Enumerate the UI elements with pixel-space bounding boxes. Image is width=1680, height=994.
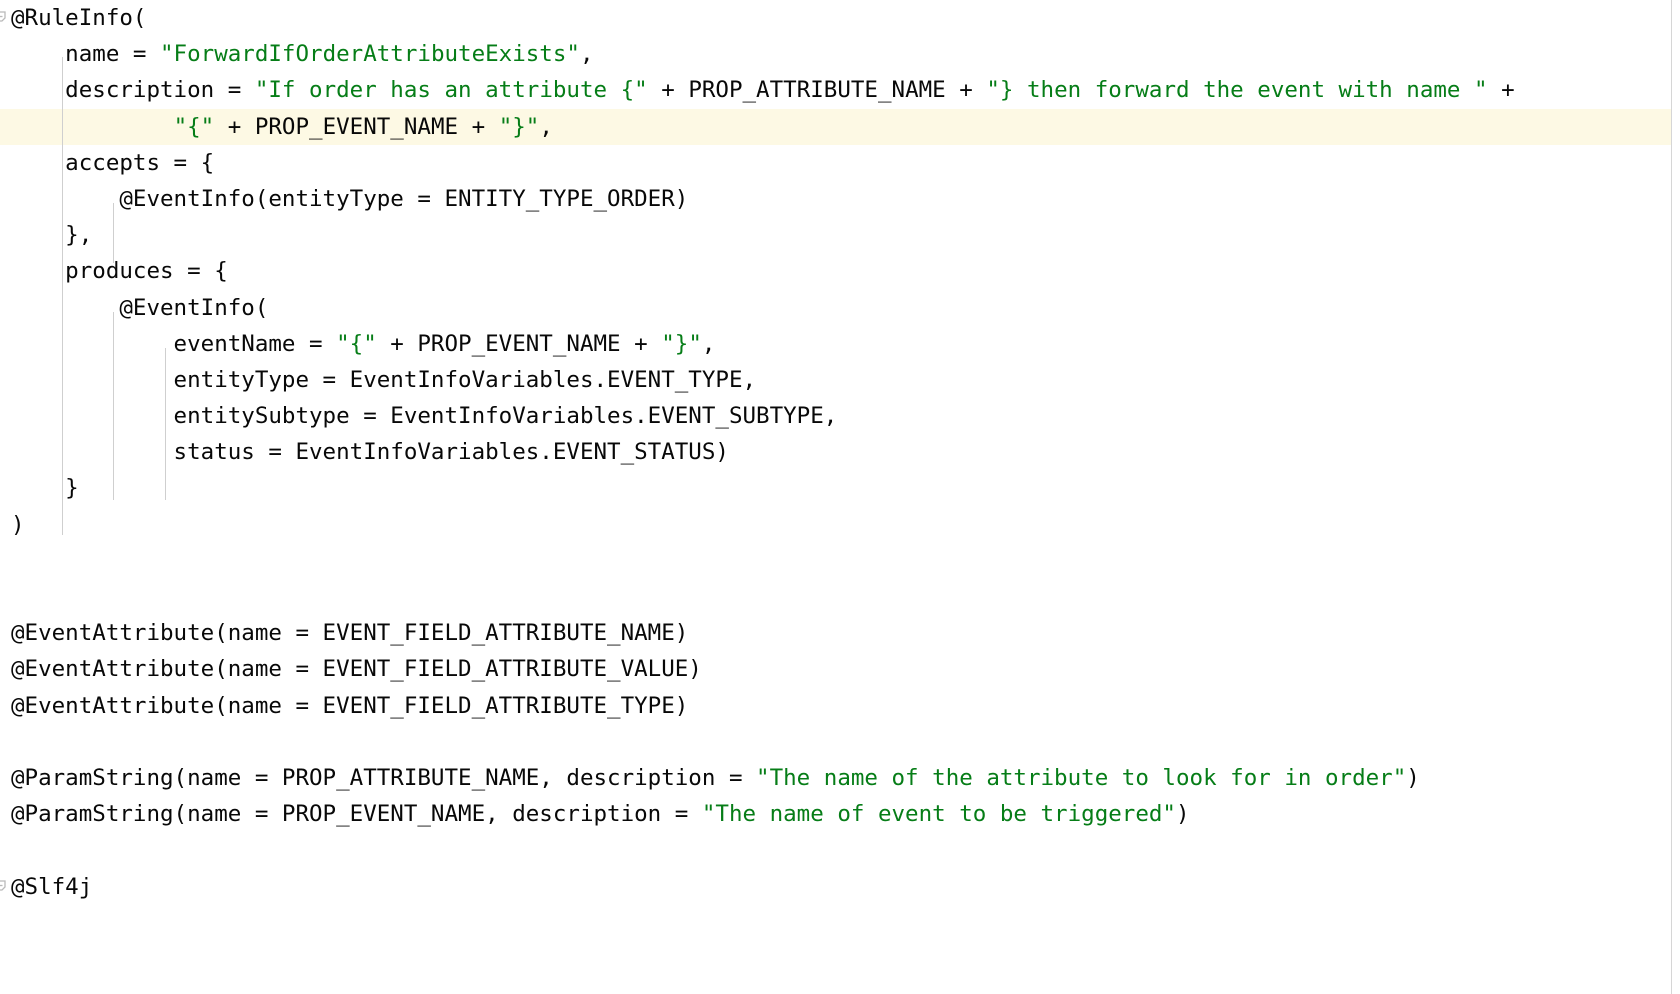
code-line[interactable]: @EventInfo(entityType = ENTITY_TYPE_ORDE… (0, 181, 1671, 217)
code-token-plain: + (1487, 77, 1515, 104)
code-token-plain: @EventAttribute(name = EVENT_FIELD_ATTRI… (11, 656, 702, 683)
code-line[interactable] (0, 579, 1671, 615)
code-line[interactable]: }, (0, 217, 1671, 253)
fold-collapse-icon[interactable] (0, 9, 9, 27)
code-line[interactable]: name = "ForwardIfOrderAttributeExists", (0, 36, 1671, 72)
code-line[interactable] (0, 832, 1671, 868)
code-line[interactable]: @ParamString(name = PROP_EVENT_NAME, des… (0, 796, 1671, 832)
code-token-plain: @ParamString(name = PROP_EVENT_NAME, des… (11, 801, 702, 828)
code-line[interactable]: entitySubtype = EventInfoVariables.EVENT… (0, 398, 1671, 434)
code-token-string: "The name of the attribute to look for i… (756, 764, 1407, 791)
code-token-plain: , (579, 41, 594, 68)
code-line[interactable]: produces = { (0, 253, 1671, 289)
indent-guide-line (113, 312, 114, 500)
code-line[interactable]: @EventAttribute(name = EVENT_FIELD_ATTRI… (0, 651, 1671, 687)
code-content[interactable]: @RuleInfo( name = "ForwardIfOrderAttribu… (0, 0, 1671, 994)
code-line[interactable]: @EventAttribute(name = EVENT_FIELD_ATTRI… (0, 688, 1671, 724)
code-token-plain: @ParamString(name = PROP_ATTRIBUTE_NAME,… (11, 764, 757, 791)
code-token-plain: @Slf4j (11, 873, 93, 900)
code-token-plain: description = (11, 77, 255, 104)
code-line[interactable]: } (0, 470, 1671, 506)
code-line[interactable]: @Slf4j (0, 869, 1671, 905)
code-token-string: "}" (661, 330, 702, 357)
code-token-plain: @EventAttribute(name = EVENT_FIELD_ATTRI… (11, 620, 689, 647)
code-token-plain: @EventAttribute(name = EVENT_FIELD_ATTRI… (11, 692, 689, 719)
indent-guide-line (165, 348, 166, 500)
code-token-plain: + PROP_ATTRIBUTE_NAME + (647, 77, 987, 104)
code-token-plain: eventName = (11, 330, 337, 357)
code-token-plain: , (539, 113, 553, 140)
code-line[interactable]: accepts = { (0, 145, 1671, 181)
code-line[interactable]: status = EventInfoVariables.EVENT_STATUS… (0, 434, 1671, 470)
code-token-plain: name = (11, 41, 161, 68)
code-token-plain: ) (1175, 801, 1190, 828)
indent-guide-line (113, 203, 114, 263)
code-token-plain: } (11, 475, 79, 502)
code-token-string: "ForwardIfOrderAttributeExists" (160, 41, 580, 68)
editor-scrollbar-gutter[interactable] (1672, 0, 1680, 994)
code-line[interactable]: @RuleInfo( (0, 0, 1671, 36)
code-token-string: "}" (498, 113, 540, 140)
code-token-plain: + PROP_EVENT_NAME + (376, 330, 662, 357)
code-token-string: "{" (173, 113, 215, 140)
code-token-plain: ) (11, 511, 25, 538)
code-line[interactable]: @EventInfo( (0, 290, 1671, 326)
code-line[interactable] (0, 724, 1671, 760)
code-token-plain: @EventInfo( (11, 294, 269, 321)
code-token-string: "{" (336, 330, 377, 357)
code-token-plain: }, (11, 222, 93, 249)
code-token-plain: + PROP_EVENT_NAME + (214, 113, 499, 140)
code-line[interactable]: entityType = EventInfoVariables.EVENT_TY… (0, 362, 1671, 398)
code-line[interactable]: @EventAttribute(name = EVENT_FIELD_ATTRI… (0, 615, 1671, 651)
fold-collapse-icon[interactable] (0, 878, 9, 896)
code-line[interactable]: description = "If order has an attribute… (0, 72, 1671, 108)
code-token-plain: @RuleInfo( (11, 5, 147, 31)
code-token-plain: entityType = EventInfoVariables.EVENT_TY… (11, 366, 757, 393)
code-token-plain: accepts = { (11, 149, 215, 176)
code-line[interactable]: ) (0, 507, 1671, 543)
code-token-plain: status = EventInfoVariables.EVENT_STATUS… (11, 439, 729, 466)
code-line[interactable]: "{" + PROP_EVENT_NAME + "}", (0, 108, 1671, 145)
code-line[interactable]: @ParamString(name = PROP_ATTRIBUTE_NAME,… (0, 760, 1671, 796)
code-token-plain: , (701, 330, 716, 357)
code-token-string: "The name of event to be triggered" (701, 801, 1176, 828)
code-token-plain: ) (1406, 764, 1420, 791)
code-line[interactable]: eventName = "{" + PROP_EVENT_NAME + "}", (0, 326, 1671, 362)
code-token-plain: produces = { (11, 258, 228, 285)
code-line[interactable] (0, 543, 1671, 579)
indent-guide-line (62, 57, 63, 535)
code-editor[interactable]: @RuleInfo( name = "ForwardIfOrderAttribu… (0, 0, 1680, 994)
code-token-plain: entitySubtype = EventInfoVariables.EVENT… (11, 403, 838, 430)
code-token-string: "If order has an attribute {" (254, 77, 648, 104)
code-token-string: "} then forward the event with name " (986, 77, 1488, 104)
